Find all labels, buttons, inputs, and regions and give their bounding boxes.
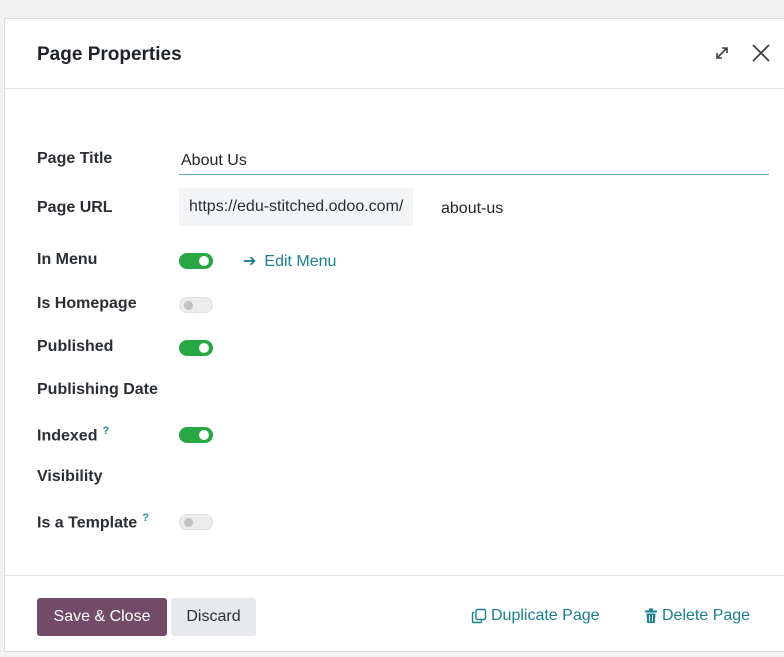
copy-icon — [471, 608, 487, 624]
expand-arrows-icon[interactable] — [710, 41, 734, 65]
dialog-footer: Save & Close Discard Duplicate Page Dele… — [5, 575, 784, 653]
trash-icon — [645, 608, 657, 623]
is-template-label-text: Is a Template — [37, 514, 138, 532]
edit-menu-label: Edit Menu — [264, 253, 337, 270]
visibility-field[interactable] — [179, 463, 768, 493]
is-homepage-toggle[interactable] — [179, 297, 213, 313]
indexed-label-text: Indexed — [37, 427, 98, 445]
discard-button[interactable]: Discard — [171, 598, 256, 636]
visibility-label: Visibility — [37, 468, 103, 485]
help-icon[interactable]: ? — [142, 512, 149, 524]
published-toggle[interactable] — [179, 340, 213, 356]
is-homepage-label: Is Homepage — [37, 295, 137, 312]
publishing-date-field[interactable] — [179, 376, 768, 406]
dialog-body: Page Title Page URL https://edu-stitched… — [5, 90, 784, 575]
page-url-row: Page URL https://edu-stitched.odoo.com/ — [37, 188, 768, 226]
published-row: Published — [37, 333, 768, 363]
published-label: Published — [37, 338, 114, 355]
page-title-label: Page Title — [37, 150, 113, 167]
arrow-right-icon: ➔ — [243, 253, 257, 270]
toggle-knob — [199, 343, 209, 353]
close-icon[interactable] — [749, 41, 773, 65]
publishing-date-label: Publishing Date — [37, 381, 158, 398]
delete-page-label: Delete Page — [662, 607, 751, 624]
toggle-knob — [184, 518, 193, 527]
duplicate-page-button[interactable]: Duplicate Page — [471, 607, 600, 625]
indexed-toggle[interactable] — [179, 427, 213, 443]
page-url-input[interactable] — [441, 194, 761, 224]
page-properties-dialog: Page Properties Page Title Page URL — [4, 18, 784, 652]
help-icon[interactable]: ? — [102, 425, 109, 437]
toggle-knob — [199, 430, 209, 440]
toggle-knob — [199, 256, 209, 266]
page-url-prefix: https://edu-stitched.odoo.com/ — [179, 188, 414, 226]
dialog-title: Page Properties — [37, 44, 182, 65]
is-template-toggle[interactable] — [179, 514, 213, 530]
save-close-button[interactable]: Save & Close — [37, 598, 167, 636]
edit-menu-link[interactable]: ➔ Edit Menu — [243, 251, 336, 271]
is-template-row: Is a Template? — [37, 507, 768, 537]
is-homepage-row: Is Homepage — [37, 290, 768, 320]
page-title-input[interactable] — [179, 145, 769, 175]
visibility-row: Visibility — [37, 463, 768, 493]
page-url-label: Page URL — [37, 199, 113, 216]
toggle-knob — [184, 301, 193, 310]
page-title-row: Page Title — [37, 145, 769, 175]
delete-page-button[interactable]: Delete Page — [644, 607, 750, 625]
duplicate-page-label: Duplicate Page — [491, 607, 600, 624]
indexed-row: Indexed? — [37, 420, 768, 450]
in-menu-label: In Menu — [37, 251, 98, 268]
in-menu-row: In Menu ➔ Edit Menu — [37, 246, 768, 276]
indexed-label: Indexed? — [37, 425, 109, 445]
in-menu-toggle[interactable] — [179, 253, 213, 269]
is-template-label: Is a Template? — [37, 512, 149, 532]
dialog-header: Page Properties — [5, 19, 784, 89]
publishing-date-row: Publishing Date — [37, 376, 768, 406]
